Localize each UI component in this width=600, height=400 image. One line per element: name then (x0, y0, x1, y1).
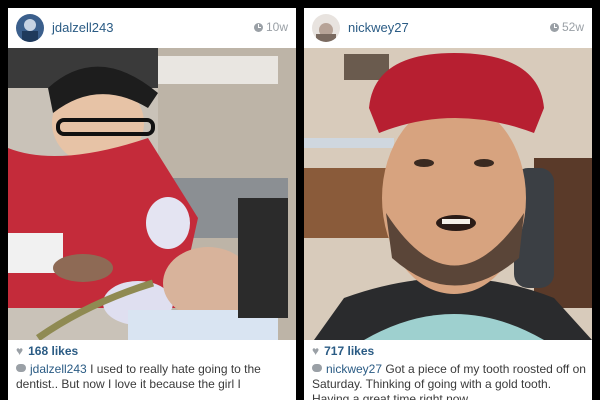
clock-icon (253, 22, 263, 32)
post-header: jdalzell243 10w (8, 8, 296, 48)
post-photo[interactable] (304, 48, 592, 340)
post-card-right: nickwey27 52w ♥ 717 likes nickwey27 Got … (304, 8, 592, 400)
post-photo[interactable] (8, 48, 296, 340)
post-time: 52w (549, 20, 584, 34)
username[interactable]: nickwey27 (348, 20, 409, 35)
likes-row[interactable]: ♥ 168 likes (16, 344, 78, 358)
clock-icon (549, 22, 559, 32)
caption-username[interactable]: jdalzell243 (30, 362, 87, 376)
username[interactable]: jdalzell243 (52, 20, 113, 35)
comment-bubble-icon (312, 364, 322, 372)
post-time: 10w (253, 20, 288, 34)
post-header: nickwey27 52w (304, 8, 592, 48)
heart-icon: ♥ (16, 344, 24, 358)
caption-username[interactable]: nickwey27 (326, 362, 382, 376)
time-label: 10w (265, 20, 288, 34)
comment-bubble-icon (16, 364, 26, 372)
caption: jdalzell243 I used to really hate going … (16, 362, 292, 392)
user-avatar[interactable] (16, 14, 44, 42)
likes-count[interactable]: 717 likes (324, 344, 374, 358)
likes-count[interactable]: 168 likes (28, 344, 78, 358)
post-card-left: jdalzell243 10w ♥ 168 likes jdalzell243 … (8, 8, 296, 400)
caption: nickwey27 Got a piece of my tooth rooste… (312, 362, 588, 400)
user-avatar[interactable] (312, 14, 340, 42)
likes-row[interactable]: ♥ 717 likes (312, 344, 374, 358)
heart-icon: ♥ (312, 344, 320, 358)
time-label: 52w (561, 20, 584, 34)
